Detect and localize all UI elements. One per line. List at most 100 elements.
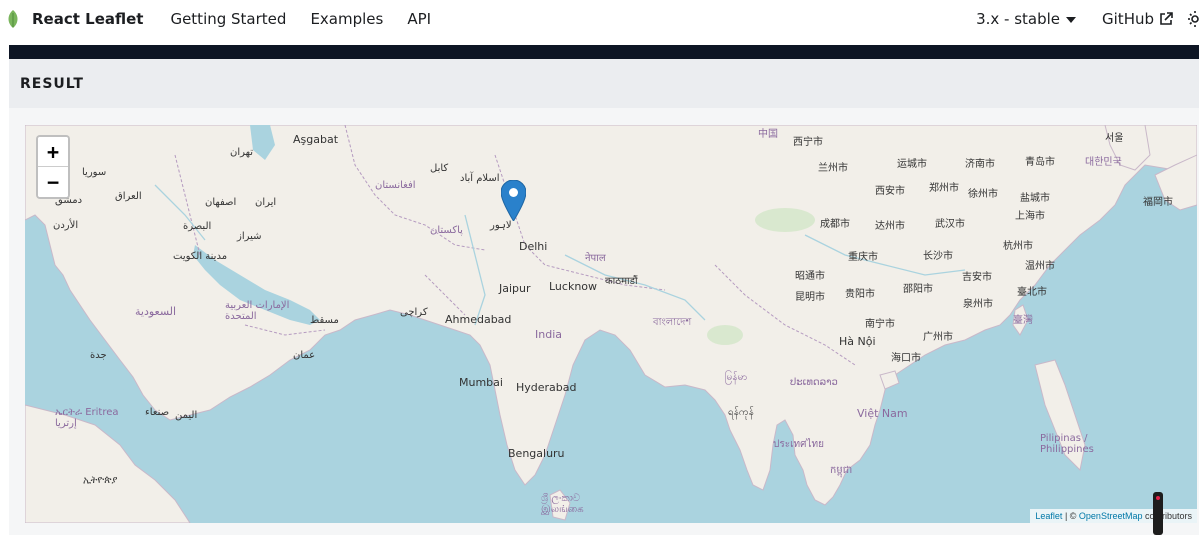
map-label-jian: 吉安市: [962, 272, 992, 283]
map-label-hangzhou: 杭州市: [1003, 241, 1033, 252]
map-label-saudi: السعودية: [135, 305, 177, 318]
zoom-in-button[interactable]: +: [38, 137, 68, 167]
map-label-wuhan: 武汉市: [935, 219, 965, 230]
map-label-taipei: 臺北市: [1017, 287, 1047, 298]
map-label-hanoi: Hà Nội: [839, 335, 876, 348]
map-label-zhaotong: 昭通市: [795, 271, 825, 282]
version-label: 3.x - stable: [976, 10, 1061, 28]
theme-toggle-icon[interactable]: [1183, 10, 1199, 28]
map-label-lanzhou: 兰州市: [818, 163, 848, 174]
green-area: [707, 325, 743, 345]
github-link[interactable]: GitHub: [1102, 10, 1173, 28]
map-label-india: India: [535, 328, 562, 341]
map-label-shanghai: 上海市: [1015, 211, 1045, 222]
map-label-xining: 西宁市: [793, 137, 823, 148]
map-label-thailand: ประเทศไทย: [773, 439, 824, 450]
zoom-control: + −: [36, 135, 70, 199]
map-label-kathmandu: काठमाडौं: [605, 276, 638, 287]
map-label-pakistan: پاکستان: [430, 225, 463, 236]
map-label-myanmar: မြန်မာ: [725, 372, 748, 383]
map-label-quanzhou: 泉州市: [963, 299, 993, 310]
map-label-cambodia: កម្ពុជា: [830, 465, 853, 476]
map-label-yangon: ရန်ကုန်: [728, 407, 754, 418]
map-label-iraq: العراق: [115, 191, 142, 202]
map-label-china: 中国: [758, 129, 778, 140]
result-label: RESULT: [20, 75, 84, 92]
version-dropdown[interactable]: 3.x - stable: [976, 10, 1077, 28]
map-label-oman: عمان: [293, 350, 316, 361]
map-label-changsha: 长沙市: [923, 251, 953, 262]
map-label-syria: سوريا: [82, 167, 107, 178]
zoom-out-button[interactable]: −: [38, 167, 68, 197]
map-label-laos: ປະເທດລາວ: [790, 377, 838, 388]
map-label-jeddah: جدة: [90, 350, 107, 361]
map-label-zhengzhou: 郑州市: [929, 183, 959, 194]
map-label-ashgabat: Aşgabat: [293, 133, 339, 146]
map-label-uae: الإمارات العربية المتحدة: [225, 300, 290, 322]
map-label-philippines: Pilipinas / Philippines: [1040, 433, 1094, 455]
map-label-kunming: 昆明市: [795, 292, 825, 303]
github-label: GitHub: [1102, 10, 1154, 28]
leaflet-map[interactable]: Aşgabat تهران سوريا العراق دمشق الأردن ا…: [25, 125, 1197, 523]
scroll-handle[interactable]: [1153, 492, 1163, 535]
map-label-guangzhou: 广州市: [923, 332, 953, 343]
attribution-suffix: contributors: [1142, 511, 1192, 521]
map-label-kabul: کابل: [430, 163, 449, 174]
openstreetmap-link[interactable]: OpenStreetMap: [1079, 511, 1143, 521]
map-label-sanaa: صنعاء: [145, 407, 170, 418]
map-label-yuncheng: 运城市: [897, 159, 927, 170]
external-link-icon: [1160, 12, 1173, 25]
map-label-srilanka: ශ්‍රී ලංකාව இலங்கை: [541, 493, 584, 515]
map-label-esfahan: اصفهان: [205, 197, 237, 208]
map-label-eritrea: ኤርትራ Eritrea إرتريا: [55, 407, 119, 429]
map-label-jordan: الأردن: [53, 220, 79, 231]
map-marker-icon[interactable]: [501, 180, 526, 221]
map-label-ethiopia: ኢትዮጵያ: [83, 475, 118, 486]
map-label-chengdu: 成都市: [820, 219, 850, 230]
leaflet-link[interactable]: Leaflet: [1035, 511, 1062, 521]
map-label-jaipur: Jaipur: [499, 282, 531, 295]
map-label-chongqing: 重庆市: [848, 252, 878, 263]
map-label-shaoyang: 邵阳市: [903, 284, 933, 295]
leaf-logo-icon[interactable]: [6, 9, 20, 29]
map-label-lucknow: Lucknow: [549, 280, 598, 293]
map-label-ahmedabad: Ahmedabad: [445, 313, 512, 326]
brand-title[interactable]: React Leaflet: [32, 10, 143, 28]
map-label-afghanistan: افغانستان: [375, 180, 416, 191]
map-label-mumbai: Mumbai: [459, 376, 503, 389]
caret-down-icon: [1066, 17, 1077, 23]
map-label-guiyang: 贵阳市: [845, 289, 875, 300]
map-label-bangladesh: বাংলাদেশ: [653, 317, 692, 328]
map-label-karachi: کراچی: [400, 307, 428, 318]
map-label-islamabad: اسلام آباد: [460, 173, 500, 184]
top-navbar: React Leaflet Getting Started Examples A…: [0, 0, 1199, 38]
map-label-jinan: 济南市: [965, 159, 995, 170]
map-label-wenzhou: 温州市: [1025, 261, 1055, 272]
map-label-iran: ایران: [255, 197, 277, 208]
map-label-xian: 西安市: [875, 186, 905, 197]
map-attribution: Leaflet | © OpenStreetMap contributors: [1030, 509, 1197, 523]
nav-link-api[interactable]: API: [407, 10, 431, 28]
map-label-seoul: 서울: [1105, 133, 1124, 144]
map-label-bengaluru: Bengaluru: [508, 447, 565, 460]
map-label-tehran: تهران: [230, 147, 254, 158]
result-header: RESULT: [9, 59, 1199, 108]
map-label-nepal: नेपाल: [585, 253, 606, 264]
nav-link-examples[interactable]: Examples: [310, 10, 383, 28]
map-label-taiwan: 臺灣: [1013, 315, 1033, 326]
navbar-right: 3.x - stable GitHub: [976, 0, 1199, 38]
map-label-delhi: Delhi: [519, 240, 548, 253]
map-label-qingdao: 青岛市: [1025, 157, 1055, 168]
map-label-shiraz: شیراز: [237, 231, 262, 242]
map-label-xuzhou: 徐州市: [968, 189, 998, 200]
map-label-vietnam: Việt Nam: [857, 407, 908, 420]
map-label-yancheng: 盐城市: [1020, 193, 1050, 204]
code-editor-strip: [9, 45, 1199, 59]
map-label-yemen: اليمن: [175, 410, 198, 421]
nav-link-getting-started[interactable]: Getting Started: [170, 10, 286, 28]
green-area: [755, 208, 815, 232]
map-label-haikou: 海口市: [891, 353, 921, 364]
map-label-korea: 대한민국: [1085, 157, 1122, 168]
map-label-nanning: 南宁市: [865, 319, 895, 330]
map-label-basra: البصرة: [183, 221, 212, 232]
